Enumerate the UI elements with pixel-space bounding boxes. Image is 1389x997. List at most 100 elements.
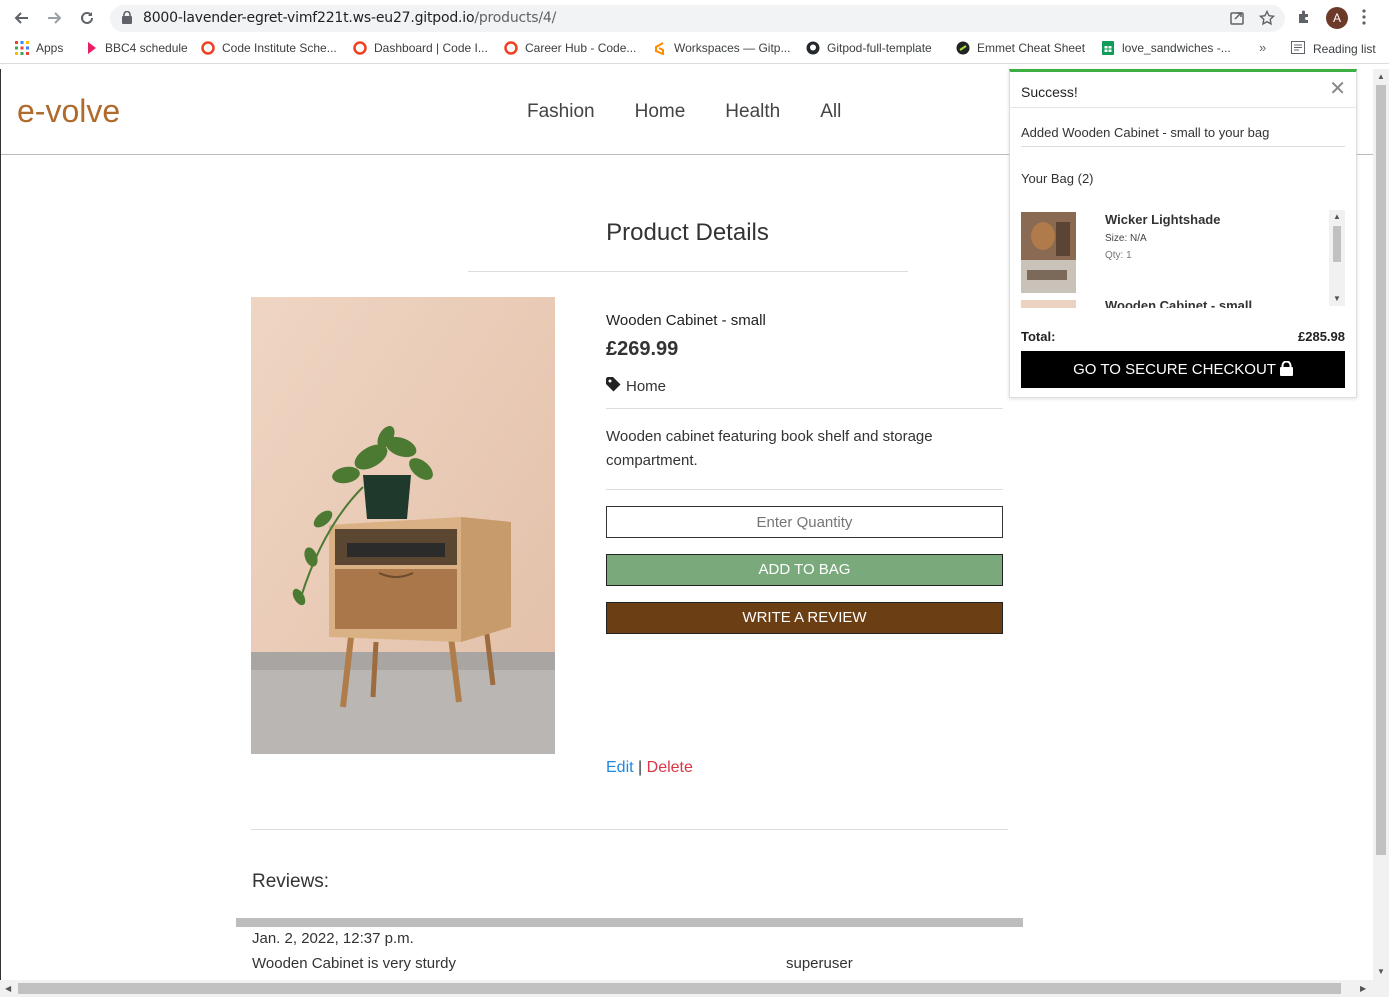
bookmark-ci-schedule[interactable]: Code Institute Sche... bbox=[201, 41, 337, 55]
delete-link[interactable]: Delete bbox=[647, 759, 693, 776]
bag-item-qty: Qty: 1 bbox=[1105, 250, 1132, 261]
product-price: £269.99 bbox=[606, 338, 679, 360]
bbc4-icon bbox=[84, 41, 98, 55]
brand-logo[interactable]: e-volve bbox=[17, 93, 120, 130]
admin-links: Edit | Delete bbox=[606, 759, 693, 777]
reviews-title: Reviews: bbox=[252, 871, 330, 892]
reload-icon[interactable] bbox=[77, 8, 97, 28]
bookmark-label: Gitpod-full-template bbox=[827, 41, 932, 55]
code-institute-icon bbox=[201, 41, 215, 55]
total-value: £285.98 bbox=[1298, 329, 1345, 344]
page-horizontal-scrollbar[interactable]: ◀ ▶ bbox=[0, 980, 1389, 997]
code-institute-icon bbox=[504, 41, 518, 55]
scrollbar-thumb[interactable] bbox=[1333, 226, 1341, 262]
add-to-bag-button[interactable]: ADD TO BAG bbox=[606, 554, 1003, 586]
link-separator: | bbox=[638, 759, 643, 776]
reading-list[interactable]: Reading list bbox=[1291, 41, 1376, 57]
reading-list-icon bbox=[1291, 41, 1305, 57]
browser-toolbar: 8000-lavender-egret-vimf221t.ws-eu27.git… bbox=[0, 0, 1389, 36]
reading-list-label: Reading list bbox=[1313, 42, 1376, 56]
back-arrow-icon[interactable] bbox=[12, 8, 32, 28]
nav-all[interactable]: All bbox=[820, 101, 841, 123]
scroll-right-arrow-icon[interactable]: ▶ bbox=[1360, 984, 1366, 993]
bookmarks-bar: Apps BBC4 schedule Code Institute Sche..… bbox=[0, 36, 1389, 64]
bag-item-thumbnail bbox=[1021, 212, 1076, 293]
nav-home[interactable]: Home bbox=[635, 101, 686, 123]
bag-count: Your Bag (2) bbox=[1021, 171, 1094, 186]
toast-title: Success! bbox=[1021, 84, 1078, 100]
url-text: 8000-lavender-egret-vimf221t.ws-eu27.git… bbox=[143, 10, 557, 26]
bookmark-ci-dashboard[interactable]: Dashboard | Code I... bbox=[353, 41, 488, 55]
bookmark-label: Emmet Cheat Sheet bbox=[977, 41, 1086, 55]
product-description: Wooden cabinet featuring book shelf and … bbox=[606, 428, 933, 469]
bookmark-star-icon[interactable] bbox=[1258, 9, 1276, 31]
bag-item-size: Size: N/A bbox=[1105, 233, 1147, 244]
scroll-up-arrow-icon[interactable]: ▲ bbox=[1333, 212, 1341, 221]
scrollbar-thumb[interactable] bbox=[18, 983, 1341, 994]
quantity-input[interactable] bbox=[606, 506, 1003, 538]
bookmark-label: love_sandwiches -... bbox=[1122, 41, 1231, 55]
bookmark-label: Code Institute Sche... bbox=[222, 41, 337, 55]
review-author: superuser bbox=[786, 955, 853, 972]
scroll-up-arrow-icon[interactable]: ▲ bbox=[1377, 72, 1385, 81]
toast-divider bbox=[1021, 146, 1345, 147]
success-toast: Success! ✕ Added Wooden Cabinet - small … bbox=[1009, 69, 1357, 398]
bookmark-emmet[interactable]: Emmet Cheat Sheet bbox=[956, 41, 1085, 55]
bag-list-scrollbar[interactable]: ▲ ▼ bbox=[1329, 210, 1345, 306]
review-date: Jan. 2, 2022, 12:37 p.m. bbox=[252, 930, 414, 947]
bookmark-label: BBC4 schedule bbox=[105, 41, 188, 55]
title-divider bbox=[468, 271, 908, 272]
divider bbox=[606, 489, 1003, 490]
code-institute-icon bbox=[353, 41, 367, 55]
github-icon bbox=[806, 41, 820, 55]
profile-avatar[interactable]: A bbox=[1326, 7, 1348, 29]
gitpod-icon bbox=[653, 41, 667, 56]
bookmark-bbc4[interactable]: BBC4 schedule bbox=[84, 41, 188, 55]
divider bbox=[606, 408, 1003, 409]
bag-item-thumbnail bbox=[1021, 300, 1076, 308]
page-vertical-scrollbar[interactable]: ▲ ▼ bbox=[1373, 69, 1389, 980]
kebab-menu-icon[interactable] bbox=[1362, 9, 1366, 30]
bookmark-label: Dashboard | Code I... bbox=[374, 41, 488, 55]
lock-icon bbox=[1279, 353, 1293, 390]
category-label: Home bbox=[626, 378, 667, 395]
review-header-bar bbox=[236, 918, 1023, 927]
bag-item-name: Wooden Cabinet - small bbox=[1105, 298, 1253, 308]
bookmark-label: Workspaces — Gitp... bbox=[674, 41, 791, 55]
review-text: Wooden Cabinet is very sturdy bbox=[252, 955, 456, 972]
bookmark-apps[interactable]: Apps bbox=[15, 41, 63, 55]
scroll-left-arrow-icon[interactable]: ◀ bbox=[5, 984, 11, 993]
scrollbar-thumb[interactable] bbox=[1376, 85, 1386, 855]
toast-message: Added Wooden Cabinet - small to your bag bbox=[1021, 125, 1270, 140]
share-icon[interactable] bbox=[1229, 10, 1245, 31]
extensions-puzzle-icon[interactable] bbox=[1296, 9, 1312, 30]
bookmark-love-sandwiches[interactable]: love_sandwiches -... bbox=[1101, 41, 1231, 55]
bookmark-gitpod-workspaces[interactable]: Workspaces — Gitp... bbox=[653, 41, 791, 56]
write-review-button[interactable]: WRITE A REVIEW bbox=[606, 602, 1003, 634]
bookmark-career-hub[interactable]: Career Hub - Code... bbox=[504, 41, 636, 55]
address-bar[interactable]: 8000-lavender-egret-vimf221t.ws-eu27.git… bbox=[110, 5, 1285, 32]
bookmark-gitpod-template[interactable]: Gitpod-full-template bbox=[806, 41, 932, 55]
nav-fashion[interactable]: Fashion bbox=[527, 101, 595, 123]
nav-health[interactable]: Health bbox=[725, 101, 780, 123]
sheets-icon bbox=[1101, 41, 1115, 55]
forward-arrow-icon[interactable] bbox=[44, 8, 64, 28]
edit-link[interactable]: Edit bbox=[606, 759, 634, 776]
scroll-down-arrow-icon[interactable]: ▼ bbox=[1333, 294, 1341, 303]
bookmark-label: Apps bbox=[36, 41, 64, 55]
scroll-down-arrow-icon[interactable]: ▼ bbox=[1377, 967, 1385, 976]
product-category[interactable]: Home bbox=[606, 377, 1003, 396]
more-bookmarks-chevron[interactable]: » bbox=[1259, 40, 1266, 55]
toast-header: Success! ✕ bbox=[1010, 72, 1356, 108]
apps-grid-icon bbox=[15, 41, 29, 55]
checkout-label: GO TO SECURE CHECKOUT bbox=[1073, 361, 1276, 378]
secure-checkout-button[interactable]: GO TO SECURE CHECKOUT bbox=[1021, 351, 1345, 388]
bag-item-name: Wicker Lightshade bbox=[1105, 212, 1221, 227]
bag-items-list: Wicker Lightshade Size: N/A Qty: 1 Woode… bbox=[1021, 208, 1346, 308]
lock-icon bbox=[122, 10, 132, 29]
close-icon[interactable]: ✕ bbox=[1329, 79, 1346, 99]
emmet-icon bbox=[956, 41, 970, 55]
reviews-divider bbox=[251, 829, 1008, 830]
tag-icon bbox=[606, 377, 621, 396]
product-image bbox=[251, 297, 555, 754]
